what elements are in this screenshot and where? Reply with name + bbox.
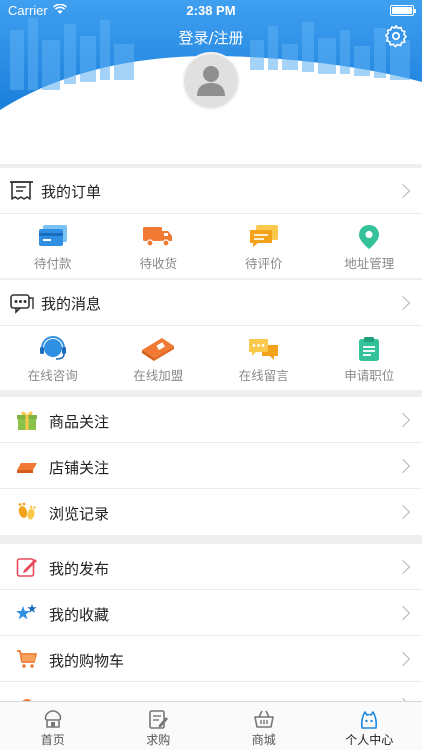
grid-label: 在线咨询 xyxy=(27,368,78,383)
chevron-right-icon xyxy=(395,651,411,667)
list-item-my-posts[interactable]: 我的发布 xyxy=(0,544,422,590)
avatar[interactable] xyxy=(182,52,240,110)
chat-bubbles-icon xyxy=(248,339,278,360)
row-label: 浏览记录 xyxy=(49,505,110,523)
profile-header: Carrier 2:38 PM 登录/注册 xyxy=(0,0,422,164)
orders-title: 我的订单 xyxy=(41,183,102,201)
messages-title: 我的消息 xyxy=(41,295,102,313)
tab-label: 求购 xyxy=(146,733,171,747)
comment-icon xyxy=(249,225,278,247)
message-icon xyxy=(10,294,34,314)
user-silhouette-icon xyxy=(197,66,225,96)
tab-bar: 首页 求购 商城 个人中心 xyxy=(0,701,422,750)
list-item-my-favorites[interactable]: 我的收藏 xyxy=(0,590,422,636)
row-label: 我的发布 xyxy=(49,560,110,578)
profile-icon xyxy=(361,711,378,729)
follow-section: 商品关注 店铺关注 浏览记录 xyxy=(0,397,422,535)
headset-icon xyxy=(39,336,66,360)
order-pending-payment[interactable]: 待付款 xyxy=(0,214,106,278)
receipt-icon xyxy=(10,181,33,200)
edit-icon xyxy=(16,558,37,577)
row-label: 我的购物车 xyxy=(49,652,125,670)
location-pin-icon xyxy=(359,225,380,249)
footprint-icon xyxy=(18,502,36,520)
chevron-right-icon xyxy=(395,458,411,474)
list-item-my-cart[interactable]: 我的购物车 xyxy=(0,636,422,682)
truck-icon xyxy=(143,227,173,247)
clipboard-icon xyxy=(359,337,380,361)
tab-label: 首页 xyxy=(40,733,65,747)
chevron-right-icon xyxy=(395,605,411,621)
list-item-shop-follow[interactable]: 店铺关注 xyxy=(0,443,422,489)
clock: 2:38 PM xyxy=(186,3,236,18)
address-management[interactable]: 地址管理 xyxy=(317,214,422,278)
grid-label: 待付款 xyxy=(33,256,72,271)
tab-profile[interactable]: 个人中心 xyxy=(317,702,422,750)
basket-icon xyxy=(253,710,274,728)
row-label: 商品关注 xyxy=(49,413,110,431)
home-icon xyxy=(44,710,61,728)
tab-purchase[interactable]: 求购 xyxy=(106,702,212,750)
orders-grid: 待付款 待收货 待评价 地址管理 xyxy=(0,214,422,278)
grid-label: 在线留言 xyxy=(238,368,289,383)
stars-icon xyxy=(16,604,37,620)
cart-icon xyxy=(17,650,37,668)
tab-mall[interactable]: 商城 xyxy=(211,702,317,750)
tab-home[interactable]: 首页 xyxy=(0,702,106,750)
orders-header[interactable]: 我的订单 xyxy=(0,168,422,214)
gift-icon xyxy=(17,411,37,430)
order-pending-receipt[interactable]: 待收货 xyxy=(106,214,212,278)
grid-label: 在线加盟 xyxy=(133,368,184,383)
card-icon xyxy=(38,225,67,246)
chevron-right-icon xyxy=(395,183,411,199)
chevron-right-icon xyxy=(395,295,411,311)
row-label: 店铺关注 xyxy=(49,459,110,477)
tab-label: 个人中心 xyxy=(345,733,394,747)
online-join[interactable]: 在线加盟 xyxy=(106,326,212,390)
grid-label: 待收货 xyxy=(139,256,177,271)
join-icon xyxy=(142,338,175,361)
gear-icon[interactable] xyxy=(384,24,408,48)
online-message[interactable]: 在线留言 xyxy=(211,326,317,390)
login-register-link[interactable]: 登录/注册 xyxy=(0,27,422,48)
row-label: 我的收藏 xyxy=(49,606,110,624)
list-item-product-follow[interactable]: 商品关注 xyxy=(0,397,422,443)
grid-label: 待评价 xyxy=(244,256,283,271)
messages-grid: 在线咨询 在线加盟 在线留言 申请职位 xyxy=(0,326,422,390)
grid-label: 申请职位 xyxy=(344,368,395,383)
online-consult[interactable]: 在线咨询 xyxy=(0,326,106,390)
grid-label: 地址管理 xyxy=(344,256,395,271)
tab-label: 商城 xyxy=(251,733,276,747)
list-item-browse-history[interactable]: 浏览记录 xyxy=(0,489,422,535)
chevron-right-icon xyxy=(395,559,411,575)
messages-header[interactable]: 我的消息 xyxy=(0,280,422,326)
battery-icon xyxy=(390,5,416,16)
orders-section: 我的订单 待付款 待收货 待评价 地址管理 xyxy=(0,168,422,278)
shop-icon xyxy=(17,463,37,473)
status-bar: Carrier 2:38 PM xyxy=(0,0,422,22)
chevron-right-icon xyxy=(395,504,411,520)
apply-position[interactable]: 申请职位 xyxy=(317,326,422,390)
chevron-right-icon xyxy=(395,412,411,428)
purchase-icon xyxy=(149,710,169,729)
messages-section: 我的消息 在线咨询 在线加盟 在线留言 申请职位 xyxy=(0,280,422,390)
order-pending-review[interactable]: 待评价 xyxy=(211,214,317,278)
